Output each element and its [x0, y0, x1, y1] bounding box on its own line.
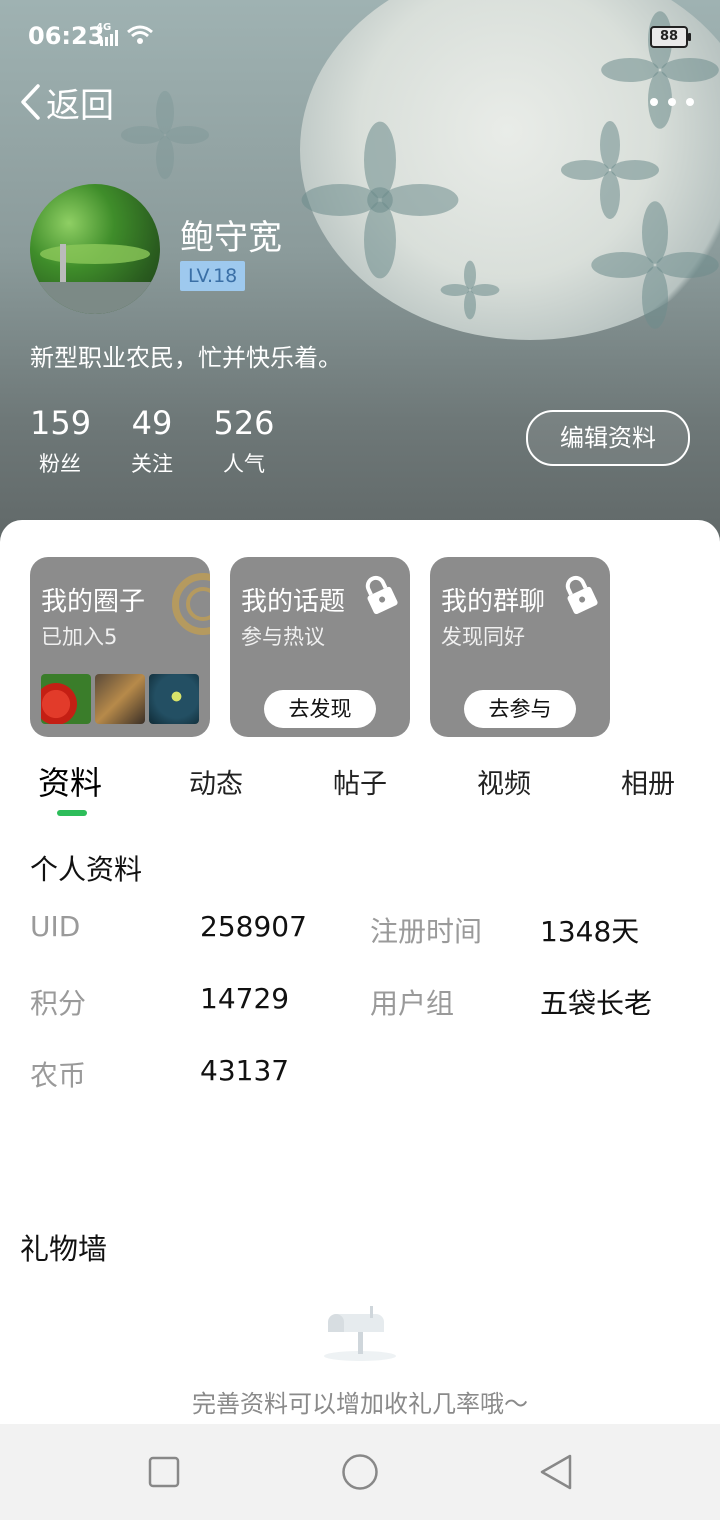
home-icon[interactable]: [341, 1453, 379, 1491]
tab-profile[interactable]: 资料: [38, 758, 102, 804]
back-nav-icon[interactable]: [538, 1453, 574, 1491]
stat-label: 人气: [223, 452, 265, 476]
back-button[interactable]: 返回: [18, 78, 114, 126]
tab-activity[interactable]: 动态: [189, 762, 243, 801]
field-value-uid: 258907: [200, 910, 307, 943]
dot-icon: [686, 98, 694, 106]
profile-tabs: 资料 动态 帖子 视频 相册: [0, 752, 720, 822]
tab-posts[interactable]: 帖子: [333, 762, 387, 801]
flower-decoration: [440, 260, 500, 320]
signal-icon: [100, 30, 118, 46]
battery-indicator: 88: [650, 26, 691, 48]
tab-videos[interactable]: 视频: [477, 762, 531, 801]
stat-fans[interactable]: 159 粉丝: [30, 404, 92, 478]
flower-decoration: [301, 121, 459, 279]
card-subtitle: 已加入5: [41, 625, 118, 649]
back-label: 返回: [46, 85, 114, 126]
username: 鲍守宽: [180, 218, 282, 258]
field-label-registered: 注册时间: [370, 915, 483, 948]
tab-album[interactable]: 相册: [621, 762, 675, 801]
field-value-usergroup: 五袋长老: [540, 987, 653, 1020]
card-title: 我的圈子: [41, 587, 146, 617]
card-title: 我的话题: [241, 587, 346, 617]
my-topics-card[interactable]: 我的话题 参与热议 去发现: [230, 557, 410, 737]
stat-following[interactable]: 49 关注: [122, 404, 182, 478]
recent-apps-icon[interactable]: [148, 1456, 180, 1488]
stat-label: 关注: [131, 452, 173, 476]
user-bio: 新型职业农民，忙并快乐着。: [30, 344, 342, 372]
discover-button[interactable]: 去发现: [264, 690, 376, 728]
card-subtitle: 参与热议: [241, 625, 325, 649]
field-label-uid: UID: [30, 910, 81, 943]
gift-wall-message: 完善资料可以增加收礼几率哦～: [192, 1390, 528, 1418]
field-label-usergroup: 用户组: [370, 987, 455, 1020]
join-button[interactable]: 去参与: [464, 690, 576, 728]
more-options-button[interactable]: [650, 92, 694, 112]
level-badge: LV.18: [180, 261, 246, 291]
stat-value: 159: [30, 404, 92, 442]
flower-decoration: [591, 201, 719, 329]
mailbox-icon: [324, 1306, 396, 1361]
dot-icon: [668, 98, 676, 106]
stat-value: 526: [213, 404, 275, 442]
status-time: 06:23: [28, 22, 105, 50]
avatar[interactable]: [30, 184, 160, 314]
lock-icon: [565, 575, 598, 615]
status-bar: 06:23 4G 88: [0, 0, 720, 70]
my-group-chats-card[interactable]: 我的群聊 发现同好 去参与: [430, 557, 610, 737]
field-label-points: 积分: [30, 987, 87, 1020]
chevron-left-icon: [21, 84, 40, 120]
dot-icon: [650, 98, 658, 106]
edit-profile-button[interactable]: 编辑资料: [526, 410, 690, 466]
card-subtitle: 发现同好: [441, 625, 525, 649]
gift-wall-title: 礼物墙: [20, 1232, 108, 1266]
field-label-coins: 农币: [30, 1059, 87, 1092]
stat-label: 粉丝: [39, 452, 81, 476]
stat-value: 49: [131, 404, 173, 442]
my-circles-card[interactable]: 我的圈子 已加入5: [30, 557, 210, 737]
field-value-points: 14729: [200, 982, 290, 1015]
field-value-coins: 43137: [200, 1054, 290, 1087]
field-value-registered: 1348天: [540, 915, 640, 948]
circle-thumbnail[interactable]: [41, 674, 91, 724]
stat-popularity[interactable]: 526 人气: [210, 404, 278, 478]
lock-icon: [365, 575, 398, 615]
personal-info-title: 个人资料: [30, 853, 143, 886]
wifi-icon: [127, 25, 153, 44]
card-title: 我的群聊: [441, 587, 546, 617]
circle-thumbnail[interactable]: [95, 674, 145, 724]
system-navigation-bar: [0, 1424, 720, 1520]
circle-thumbnail[interactable]: [149, 674, 199, 724]
active-tab-indicator: [57, 810, 87, 816]
flower-decoration: [120, 90, 210, 180]
